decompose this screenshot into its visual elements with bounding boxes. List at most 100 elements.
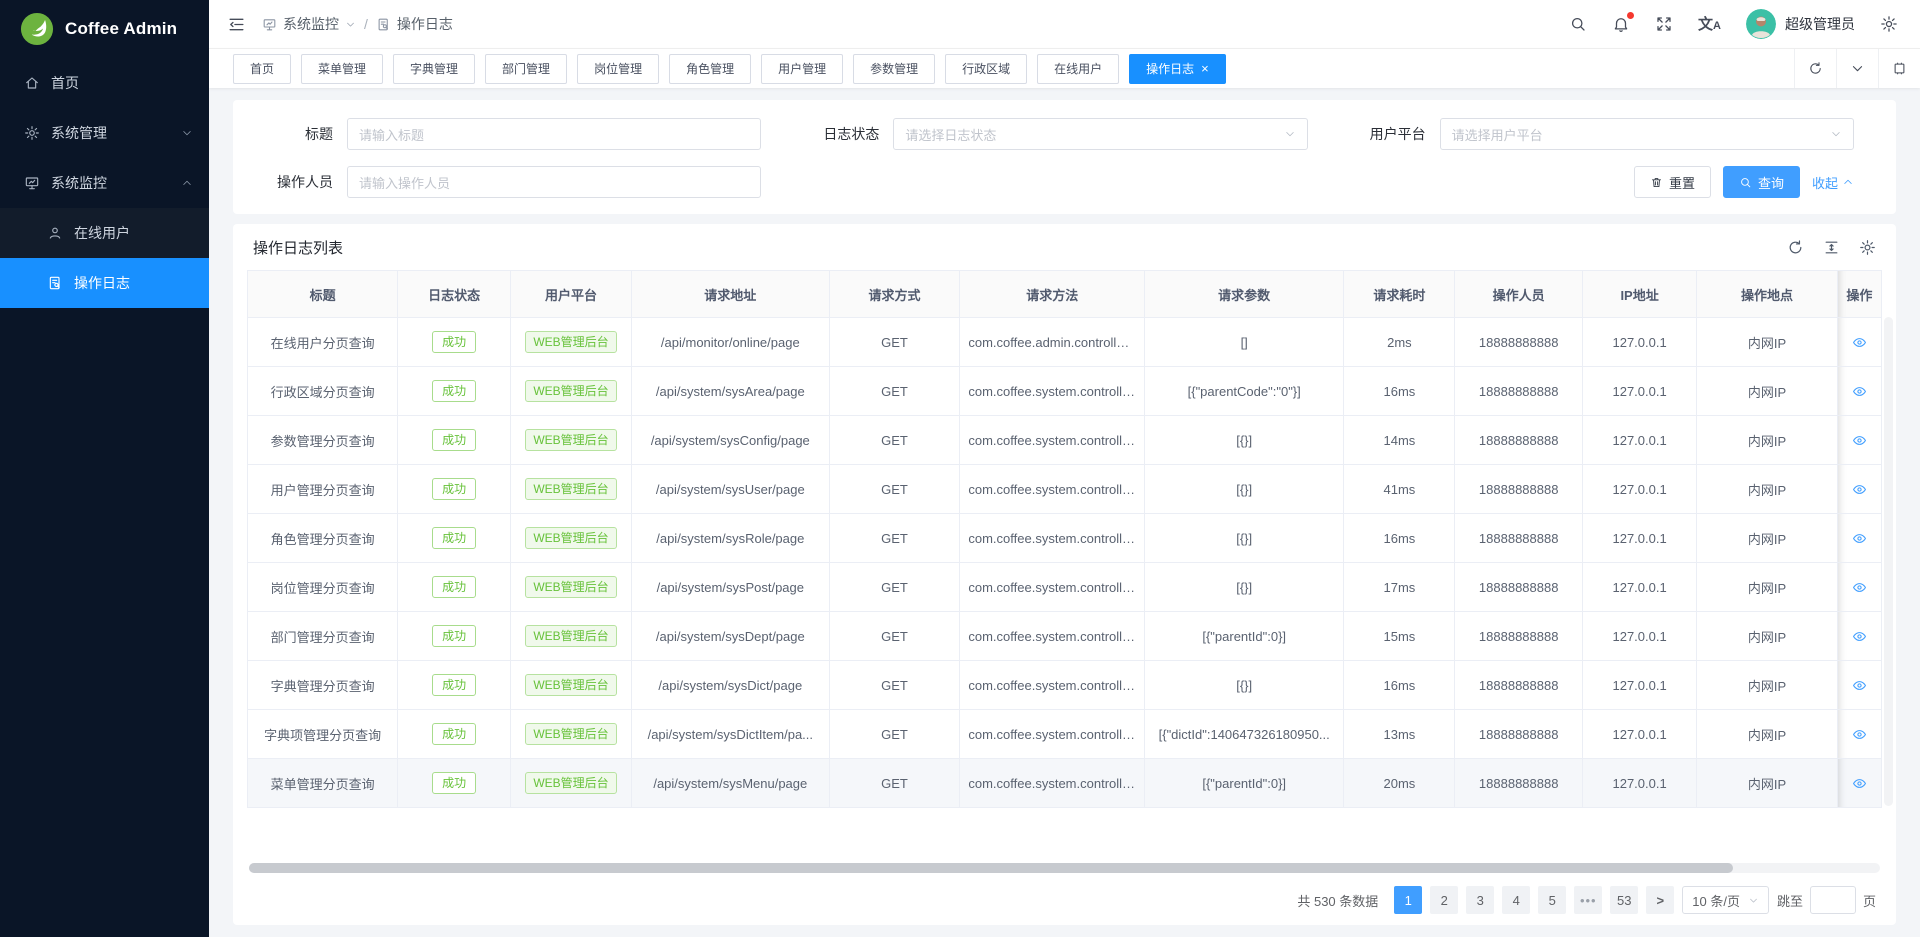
column-header-11[interactable]: 操作 — [1837, 271, 1881, 318]
column-header-8[interactable]: 操作人员 — [1455, 271, 1582, 318]
settings-gear-icon[interactable] — [1880, 15, 1898, 33]
column-header-4[interactable]: 请求方式 — [829, 271, 960, 318]
column-header-10[interactable]: 操作地点 — [1697, 271, 1838, 318]
sidebar-item-system-management[interactable]: 系统管理 — [0, 108, 209, 158]
column-header-6[interactable]: 请求参数 — [1145, 271, 1344, 318]
status-tag: 成功 — [432, 478, 476, 500]
tab-dict-mgmt[interactable]: 字典管理 — [393, 54, 475, 84]
page-size-select[interactable]: 10 条/页 — [1682, 886, 1769, 914]
app-logo[interactable]: Coffee Admin — [0, 0, 209, 58]
close-icon[interactable]: × — [1201, 62, 1209, 75]
page-button-53[interactable]: 53 — [1610, 886, 1638, 914]
cell-title: 菜单管理分页查询 — [248, 759, 398, 808]
placeholder-text: 请输入标题 — [359, 125, 749, 144]
cell-location: 内网IP — [1697, 563, 1838, 612]
column-header-0[interactable]: 标题 — [248, 271, 398, 318]
input-title[interactable]: 请输入标题 — [347, 118, 761, 150]
tab-param-mgmt[interactable]: 参数管理 — [853, 54, 935, 84]
tab-admin-area[interactable]: 行政区域 — [945, 54, 1027, 84]
sidebar-item-online-users[interactable]: 在线用户 — [0, 208, 209, 258]
tabs-refresh-button[interactable] — [1794, 49, 1836, 88]
platform-tag: WEB管理后台 — [525, 380, 616, 402]
search-icon[interactable] — [1569, 15, 1587, 33]
user-menu[interactable]: 超级管理员 — [1746, 9, 1855, 39]
tab-dept-mgmt[interactable]: 部门管理 — [485, 54, 567, 84]
table-settings-icon[interactable] — [1859, 239, 1876, 256]
column-header-7[interactable]: 请求耗时 — [1344, 271, 1455, 318]
column-header-3[interactable]: 请求地址 — [631, 271, 829, 318]
horizontal-scrollbar-thumb[interactable] — [249, 863, 1733, 873]
view-detail-button[interactable] — [1851, 531, 1868, 546]
status-tag: 成功 — [432, 674, 476, 696]
cell-action — [1837, 465, 1881, 514]
tab-role-mgmt[interactable]: 角色管理 — [669, 54, 751, 84]
select-log-status[interactable]: 请选择日志状态 — [893, 118, 1307, 150]
maximize-icon — [1892, 61, 1907, 76]
sidebar-item-operation-log[interactable]: 操作日志 — [0, 258, 209, 308]
translate-icon[interactable]: 文A — [1698, 17, 1721, 32]
view-detail-button[interactable] — [1851, 776, 1868, 791]
fullscreen-icon[interactable] — [1655, 15, 1673, 33]
cell-duration: 16ms — [1344, 514, 1455, 563]
page-button-5[interactable]: 5 — [1538, 886, 1566, 914]
tab-online-users[interactable]: 在线用户 — [1037, 54, 1119, 84]
view-detail-button[interactable] — [1851, 482, 1868, 497]
cell-handler: com.coffee.system.controlle... — [960, 367, 1145, 416]
chevron-up-icon — [181, 177, 193, 189]
tabs-menu-button[interactable] — [1836, 49, 1878, 88]
bell-icon[interactable] — [1612, 15, 1630, 33]
cell-location: 内网IP — [1697, 661, 1838, 710]
breadcrumb-item-operation-log[interactable]: 操作日志 — [376, 14, 453, 34]
breadcrumb-item-system-monitor[interactable]: 系统监控 — [262, 14, 356, 34]
input-operator[interactable]: 请输入操作人员 — [347, 166, 761, 198]
view-detail-button[interactable] — [1851, 727, 1868, 742]
view-detail-button[interactable] — [1851, 433, 1868, 448]
menu-fold-icon[interactable] — [227, 15, 246, 34]
column-header-5[interactable]: 请求方法 — [960, 271, 1145, 318]
table-empty-space — [247, 808, 1882, 863]
column-header-2[interactable]: 用户平台 — [511, 271, 632, 318]
tab-user-mgmt[interactable]: 用户管理 — [761, 54, 843, 84]
reset-button[interactable]: 重置 — [1634, 166, 1711, 198]
page-button-2[interactable]: 2 — [1430, 886, 1458, 914]
cell-action — [1837, 367, 1881, 416]
view-detail-button[interactable] — [1851, 580, 1868, 595]
query-button[interactable]: 查询 — [1723, 166, 1800, 198]
sidebar-item-system-monitor[interactable]: 系统监控 — [0, 158, 209, 208]
tab-menu-mgmt[interactable]: 菜单管理 — [301, 54, 383, 84]
tab-home[interactable]: 首页 — [233, 54, 291, 84]
cell-duration: 14ms — [1344, 416, 1455, 465]
view-detail-button[interactable] — [1851, 678, 1868, 693]
cell-ip: 127.0.0.1 — [1582, 710, 1696, 759]
tab-post-mgmt[interactable]: 岗位管理 — [577, 54, 659, 84]
next-page-button[interactable]: > — [1646, 886, 1674, 914]
collapse-link[interactable]: 收起 — [1812, 173, 1854, 192]
page-button-1[interactable]: 1 — [1394, 886, 1422, 914]
page-button-4[interactable]: 4 — [1502, 886, 1530, 914]
view-detail-button[interactable] — [1851, 335, 1868, 350]
vertical-scrollbar[interactable] — [1884, 317, 1893, 806]
cell-title: 岗位管理分页查询 — [248, 563, 398, 612]
jump-input[interactable] — [1810, 886, 1856, 914]
table-refresh-icon[interactable] — [1787, 239, 1804, 256]
view-detail-button[interactable] — [1851, 629, 1868, 644]
sidebar-item-home[interactable]: 首页 — [0, 58, 209, 108]
cell-handler: com.coffee.system.controlle... — [960, 465, 1145, 514]
sidebar-item-label: 在线用户 — [74, 223, 193, 243]
table-density-icon[interactable] — [1823, 239, 1840, 256]
log-table-card: 操作日志列表 标题日志状态用户平台请求地址请求方式请求方法请求参数请求耗时操作人… — [233, 224, 1896, 925]
cell-location: 内网IP — [1697, 465, 1838, 514]
horizontal-scrollbar[interactable] — [249, 863, 1880, 873]
page-ellipsis[interactable]: ••• — [1574, 886, 1602, 914]
column-header-1[interactable]: 日志状态 — [398, 271, 511, 318]
view-detail-button[interactable] — [1851, 384, 1868, 399]
sidebar-item-label: 首页 — [51, 73, 193, 93]
select-user-platform[interactable]: 请选择用户平台 — [1440, 118, 1854, 150]
cell-params: [{}] — [1145, 465, 1344, 514]
cell-operator: 18888888888 — [1455, 514, 1582, 563]
page-button-3[interactable]: 3 — [1466, 886, 1494, 914]
status-tag: 成功 — [432, 772, 476, 794]
column-header-9[interactable]: IP地址 — [1582, 271, 1696, 318]
tabs-maximize-button[interactable] — [1878, 49, 1920, 88]
tab-operation-log[interactable]: 操作日志× — [1129, 54, 1226, 84]
